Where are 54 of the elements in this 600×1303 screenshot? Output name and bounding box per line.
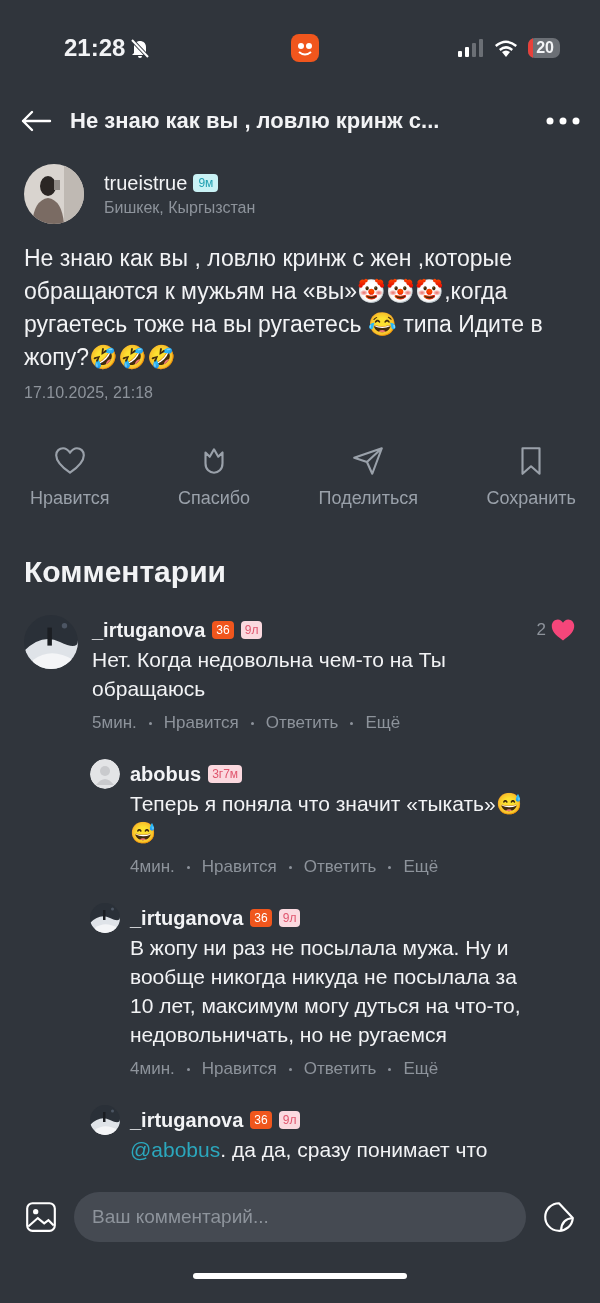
battery-level: 20 [528,38,560,58]
comment-text: @abobus. да да, сразу понимает что [130,1137,489,1163]
comment-text: Теперь я поняла что значит «тыкать»😅😅 [130,791,523,846]
user-badge: 9л [278,1111,301,1129]
avatar-icon [90,759,120,789]
mention-link[interactable]: @abobus [130,1138,221,1161]
more-link[interactable]: Ещё [403,857,439,877]
user-badge: 9л [278,909,301,927]
user-badge: 3г7м [208,765,243,783]
reply-link[interactable]: Ответить [303,1059,377,1079]
like-count: 2 [536,620,546,640]
wifi-icon [494,39,519,57]
image-icon[interactable] [24,1200,58,1234]
more-link[interactable]: Ещё [403,1059,439,1079]
comment-text: Нет. Когда недовольна чем-то на Ты обращаюсь [92,647,447,702]
username[interactable]: _irtuganova [92,618,206,642]
signal-icon [458,39,485,57]
comment-text: В жопу ни раз не посылала мужа. Ну и вообще никогда никуда не посылала за 10 лет, максимум могу дуться на что-то, недовольничать, но не ругаемся [130,935,522,1048]
username[interactable]: abobus [130,762,202,786]
reply-link[interactable]: Ответить [265,713,339,733]
username[interactable]: _irtuganova [130,1108,244,1132]
user-badge: 36 [250,1111,272,1129]
user-badge: 36 [250,909,272,927]
more-icon[interactable] [546,117,580,125]
thanks-button[interactable]: Спасибо [177,444,251,509]
like-link[interactable]: Нравится [201,1059,277,1079]
page-title: Не знаю как вы , ловлю кринж с... [70,108,441,134]
app-logo-icon [290,34,319,62]
author-name[interactable]: trueistrue [104,171,188,195]
post-text: Не знаю как вы , ловлю кринж с жен ,которые обращаются к мужьям на «вы»🤡🤡🤡,когда ругаетесь тоже на вы ругаетесь 😂 типа Идите в жопу?🤣🤣🤣 [23,244,544,372]
comment-time: 5мин. [92,713,137,733]
bell-muted-icon [129,37,152,59]
sticker-icon[interactable] [542,1200,576,1234]
heart-icon[interactable] [550,618,576,642]
user-badge: 36 [212,621,234,639]
comment-time: 4мин. [130,1059,175,1079]
reply-link[interactable]: Ответить [303,857,377,877]
clock-time: 21:28 [64,34,126,62]
more-link[interactable]: Ещё [365,713,401,733]
like-link[interactable]: Нравится [163,713,239,733]
comments-heading: Комментарии [23,554,228,589]
comment-field[interactable]: Ваш комментарий... [74,1192,526,1242]
post-date: 17.10.2025, 21:18 [23,383,154,402]
save-button[interactable]: Сохранить [486,444,576,509]
age-badge: 9м [193,174,219,192]
user-badge: 9л [240,621,263,639]
like-link[interactable]: Нравится [201,857,277,877]
comment-time: 4мин. [130,857,175,877]
username[interactable]: _irtuganova [130,906,244,930]
share-button[interactable]: Поделиться [318,444,418,509]
paper-plane-icon [351,444,386,478]
author-location: Бишкек, Кыргызстан [104,198,256,217]
like-button[interactable]: Нравится [30,444,110,509]
back-arrow-icon[interactable] [20,109,52,133]
